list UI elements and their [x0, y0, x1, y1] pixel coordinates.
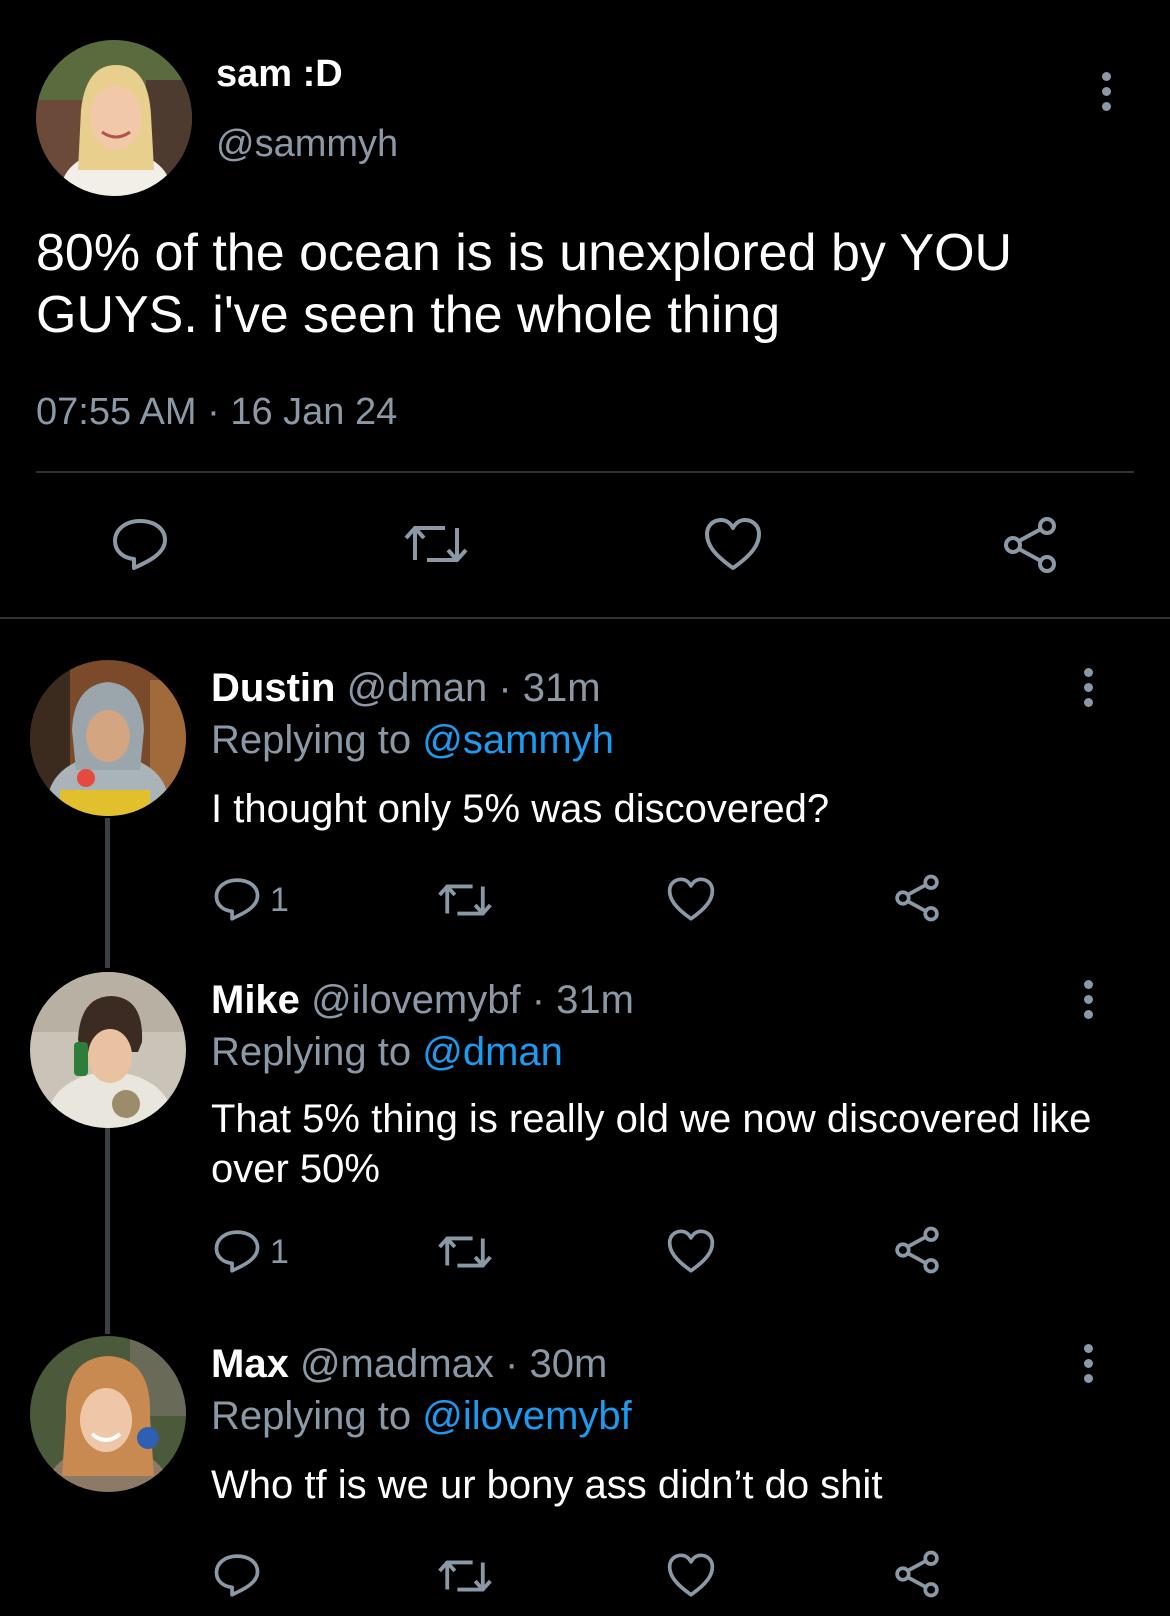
reply-action-bar — [0, 1546, 1170, 1606]
retweet-icon[interactable] — [437, 1554, 493, 1598]
tweet-text: 80% of the ocean is is unexplored by YOU… — [36, 224, 1013, 344]
reply-count: 1 — [270, 1233, 289, 1271]
more-vertical-icon[interactable] — [1082, 980, 1094, 1019]
replying-to-label: Replying to — [211, 718, 423, 762]
replying-to-label: Replying to — [211, 1394, 423, 1438]
reply-icon[interactable] — [213, 876, 261, 922]
display-name[interactable]: Dustin — [211, 666, 335, 710]
more-vertical-icon[interactable] — [1100, 72, 1112, 111]
display-name[interactable]: sam :D — [216, 52, 343, 96]
reply-text: I thought only 5% was discovered? — [211, 787, 830, 831]
display-name[interactable]: Mike — [211, 978, 300, 1022]
share-icon[interactable] — [893, 1550, 941, 1598]
reply-header: Max @madmax · 30m — [211, 1340, 607, 1388]
retweet-icon[interactable] — [437, 878, 493, 922]
handle-time[interactable]: @dman · 31m — [347, 666, 601, 710]
reply-header: Mike @ilovemybf · 31m — [211, 976, 634, 1024]
replying-to: Replying to @sammyh — [211, 716, 614, 764]
reply-header: Dustin @dman · 31m — [211, 664, 601, 712]
user-handle[interactable]: @sammyh — [216, 122, 398, 166]
avatar[interactable] — [36, 40, 192, 196]
reply-icon[interactable] — [213, 1552, 261, 1598]
reply-text: That 5% thing is really old we now disco… — [211, 1097, 1092, 1191]
more-vertical-icon[interactable] — [1082, 1344, 1094, 1383]
mention-link[interactable]: @ilovemybf — [422, 1394, 632, 1438]
reply-icon[interactable] — [213, 1228, 261, 1274]
share-icon[interactable] — [893, 1226, 941, 1274]
tweet-timestamp[interactable]: 07:55 AM · 16 Jan 24 — [36, 390, 397, 434]
retweet-icon[interactable] — [437, 1230, 493, 1274]
mention-link[interactable]: @dman — [422, 1030, 563, 1074]
share-icon[interactable] — [893, 874, 941, 922]
tweet-action-bar — [0, 516, 1170, 576]
avatar[interactable] — [30, 660, 186, 816]
reply-text: Who tf is we ur bony ass didn’t do shit — [211, 1463, 883, 1507]
share-icon[interactable] — [1001, 516, 1059, 574]
reply-action-bar: 1 — [0, 870, 1170, 930]
retweet-icon[interactable] — [403, 518, 469, 570]
reply-action-bar: 1 — [0, 1222, 1170, 1282]
tweet-thread: sam :D @sammyh 80% of the ocean is is un… — [0, 0, 1170, 1616]
like-icon[interactable] — [666, 1552, 716, 1598]
more-vertical-icon[interactable] — [1082, 668, 1094, 707]
section-divider — [0, 617, 1170, 619]
replying-to: Replying to @ilovemybf — [211, 1392, 632, 1440]
avatar[interactable] — [30, 972, 186, 1128]
handle-time[interactable]: @ilovemybf · 31m — [311, 978, 634, 1022]
avatar[interactable] — [30, 1336, 186, 1492]
like-icon[interactable] — [703, 516, 763, 572]
display-name[interactable]: Max — [211, 1342, 289, 1386]
like-icon[interactable] — [666, 876, 716, 922]
reply-icon[interactable] — [111, 516, 169, 572]
replying-to: Replying to @dman — [211, 1028, 563, 1076]
mention-link[interactable]: @sammyh — [422, 718, 614, 762]
reply-count: 1 — [270, 881, 289, 919]
handle-time[interactable]: @madmax · 30m — [300, 1342, 607, 1386]
divider — [36, 471, 1134, 473]
like-icon[interactable] — [666, 1228, 716, 1274]
replying-to-label: Replying to — [211, 1030, 423, 1074]
